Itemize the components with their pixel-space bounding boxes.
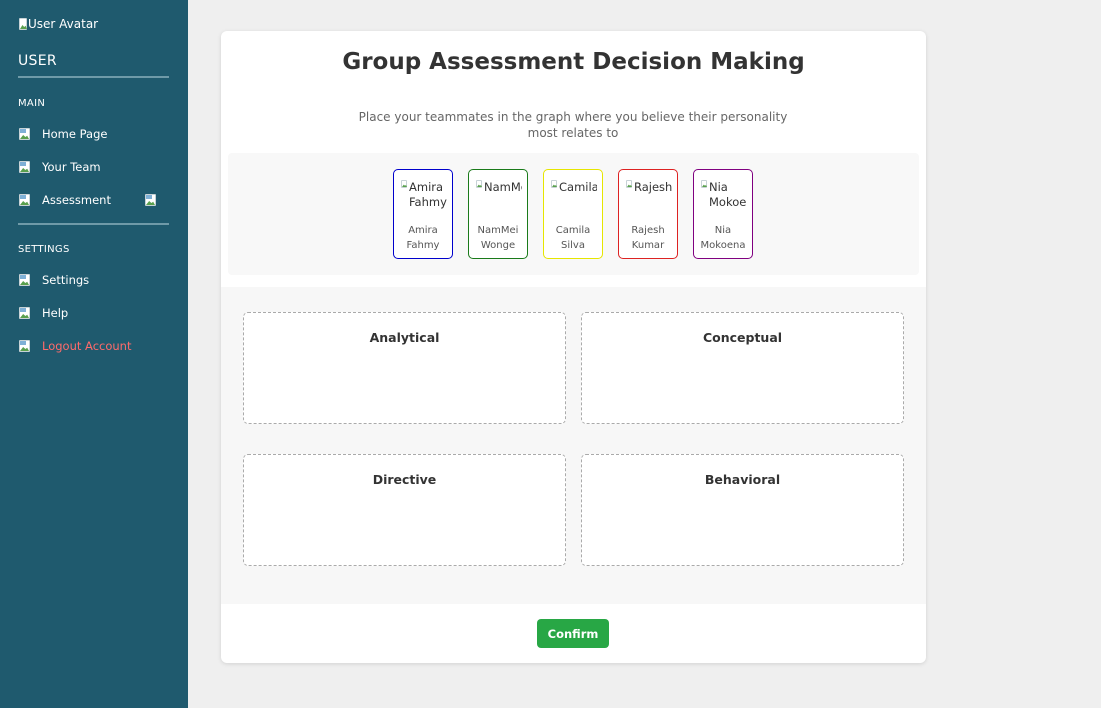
member-name: NamMei Wonge — [477, 225, 519, 251]
assessment-icon — [18, 193, 32, 207]
sidebar-item-assessment[interactable]: Assessment — [18, 189, 168, 211]
page-subtitle: Place your teammates in the graph where … — [358, 110, 788, 140]
image-placeholder-icon — [701, 180, 709, 190]
member-name: Rajesh Kumar — [631, 225, 665, 251]
quadrant-analytical[interactable]: Analytical — [243, 312, 566, 424]
image-placeholder-icon — [401, 180, 409, 190]
avatar-image-icon — [18, 17, 28, 31]
team-members-strip: Amira Fahmy Amira Fahmy NamMei NamMei Wo… — [228, 153, 919, 275]
member-photo-alt: Amira Fahmy — [409, 180, 447, 209]
quadrant-conceptual[interactable]: Conceptual — [581, 312, 904, 424]
sidebar-divider — [18, 76, 169, 78]
member-name: Amira Fahmy — [406, 225, 440, 251]
quadrant-title: Analytical — [369, 330, 440, 345]
member-name: Camila Silva — [555, 225, 591, 251]
quadrant-title: Conceptual — [702, 330, 783, 345]
image-placeholder-icon — [551, 180, 559, 190]
sidebar-item-label: Assessment — [42, 193, 111, 207]
sidebar-item-team[interactable]: Your Team — [18, 156, 168, 178]
user-avatar: User Avatar — [18, 17, 98, 31]
confirm-button[interactable]: Confirm — [537, 619, 609, 648]
sidebar-divider — [18, 223, 169, 225]
quadrant-title: Behavioral — [704, 472, 781, 487]
personality-grid: Analytical Conceptual Directive Behavior… — [221, 287, 926, 604]
logout-icon — [18, 339, 32, 353]
member-photo: Camila — [551, 180, 597, 210]
page-title: Group Assessment Decision Making — [342, 49, 805, 75]
quadrant-title: Directive — [372, 472, 437, 487]
sidebar-item-label: Home Page — [42, 127, 108, 141]
sidebar-item-label: Your Team — [42, 160, 101, 174]
member-card-rajesh[interactable]: Rajesh Rajesh Kumar — [618, 169, 678, 259]
image-placeholder-icon — [626, 180, 634, 190]
sidebar-item-help[interactable]: Help — [18, 302, 168, 324]
sidebar: User Avatar USER MAIN Home Page Your Tea… — [0, 0, 188, 708]
member-photo-alt: Camila — [559, 180, 597, 194]
home-icon — [18, 127, 32, 141]
quadrant-behavioral[interactable]: Behavioral — [581, 454, 904, 566]
assessment-card: Group Assessment Decision Making Place y… — [221, 31, 926, 663]
member-photo-alt: NamMei — [484, 180, 522, 194]
quadrant-directive[interactable]: Directive — [243, 454, 566, 566]
member-photo: Amira Fahmy — [401, 180, 447, 210]
settings-section-title: SETTINGS — [18, 244, 70, 255]
team-icon — [18, 160, 32, 174]
member-photo: Rajesh — [626, 180, 672, 210]
sidebar-item-label: Logout Account — [42, 339, 132, 353]
main-section-title: MAIN — [18, 98, 46, 109]
help-icon — [18, 306, 32, 320]
sidebar-item-home[interactable]: Home Page — [18, 123, 168, 145]
user-title: USER — [18, 53, 57, 69]
image-placeholder-icon — [476, 180, 484, 190]
settings-icon — [18, 273, 32, 287]
sidebar-item-label: Settings — [42, 273, 90, 287]
sidebar-item-logout[interactable]: Logout Account — [18, 335, 168, 357]
member-photo: Nia Mokoen — [701, 180, 747, 210]
avatar-alt-text: User Avatar — [28, 17, 99, 31]
member-card-camila[interactable]: Camila Camila Silva — [543, 169, 603, 259]
member-name: Nia Mokoena — [700, 225, 746, 251]
sidebar-item-label: Help — [42, 306, 69, 320]
sidebar-item-settings[interactable]: Settings — [18, 269, 168, 291]
member-card-nammei[interactable]: NamMei NamMei Wonge — [468, 169, 528, 259]
member-photo: NamMei — [476, 180, 522, 210]
member-card-nia[interactable]: Nia Mokoen Nia Mokoena — [693, 169, 753, 259]
member-card-amira[interactable]: Amira Fahmy Amira Fahmy — [393, 169, 453, 259]
member-photo-alt: Nia Mokoen — [709, 180, 747, 209]
assessment-badge-icon — [144, 193, 158, 207]
member-photo-alt: Rajesh — [634, 180, 672, 194]
